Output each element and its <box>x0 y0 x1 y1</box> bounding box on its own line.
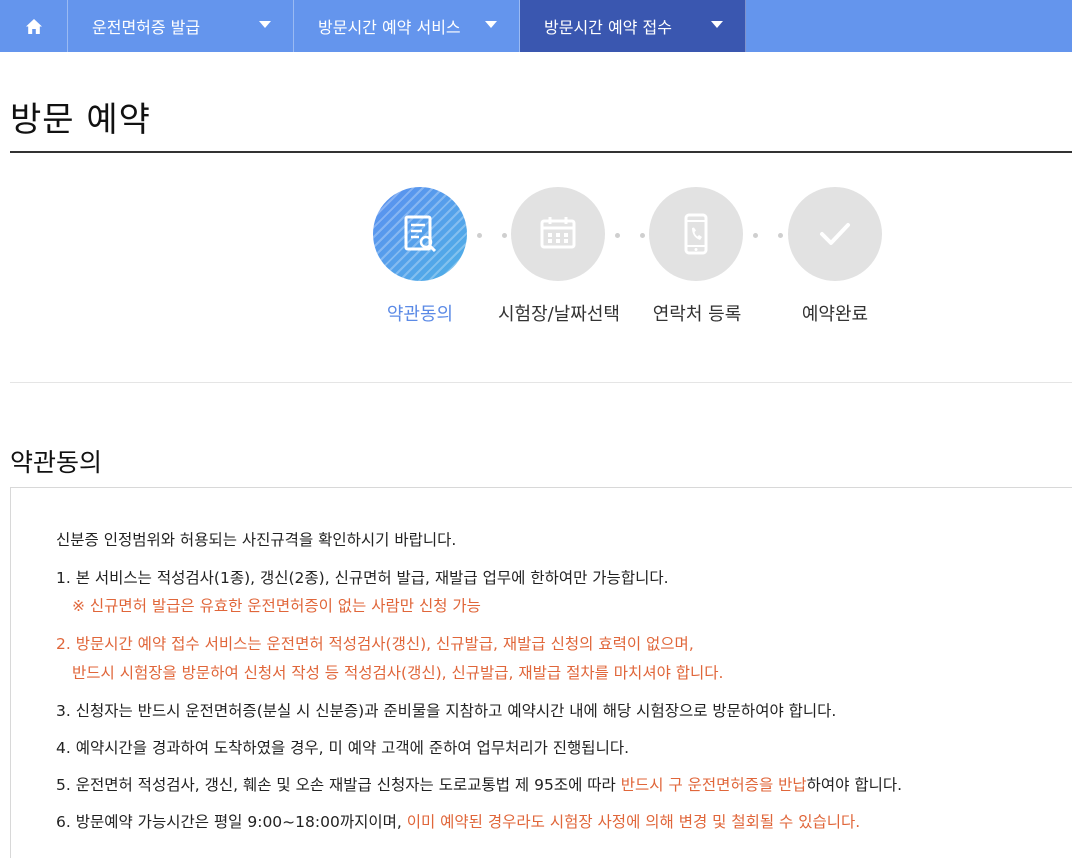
step-connector <box>477 233 507 239</box>
check-icon <box>820 223 850 245</box>
step-3-circle <box>649 187 743 281</box>
terms-item-5-tail: 하여야 합니다. <box>806 776 903 794</box>
step-1-circle <box>373 187 467 281</box>
step-connector <box>615 233 645 239</box>
document-search-icon <box>404 215 437 253</box>
terms-item-6-text: 6. 방문예약 가능시간은 평일 9:00~18:00까지이며, <box>56 813 407 831</box>
terms-item-6-warning: 이미 예약된 경우라도 시험장 사정에 의해 변경 및 철회될 수 있습니다. <box>406 813 861 831</box>
terms-item-2-line-1: 2. 방문시간 예약 접수 서비스는 운전면허 적성검사(갱신), 신규발급, … <box>56 635 694 653</box>
terms-item-5: 5. 운전면허 적성검사, 갱신, 훼손 및 오손 재발급 신청자는 도로교통법… <box>56 773 902 795</box>
step-indicator: 약관동의 시험장/날짜선택 연락처 등록 예약완료 <box>0 0 1072 340</box>
terms-item-3: 3. 신청자는 반드시 운전면허증(분실 시 신분증)과 준비물을 지참하고 예… <box>56 702 837 720</box>
terms-item-2-line-2: 반드시 시험장을 방문하여 신청서 작성 등 적성검사(갱신), 신규발급, 재… <box>72 664 724 682</box>
calendar-icon <box>540 217 576 249</box>
step-2-label: 시험장/날짜선택 <box>498 304 620 325</box>
step-1-label: 약관동의 <box>386 304 454 325</box>
phone-icon <box>684 213 708 255</box>
section-title: 약관동의 <box>10 448 103 477</box>
terms-item-4: 4. 예약시간을 경과하여 도착하였을 경우, 미 예약 고객에 준하여 업무처… <box>56 739 630 757</box>
step-2-circle <box>511 187 605 281</box>
step-4-label: 예약완료 <box>801 304 869 325</box>
terms-item-6: 6. 방문예약 가능시간은 평일 9:00~18:00까지이며, 이미 예약된 … <box>56 810 860 832</box>
step-3-label: 연락처 등록 <box>652 304 742 325</box>
terms-intro: 신분증 인정범위와 허용되는 사진규격을 확인하시기 바랍니다. <box>56 531 457 549</box>
section-divider <box>10 382 1072 383</box>
step-4-circle <box>788 187 882 281</box>
step-connector <box>753 233 783 239</box>
terms-item-5-warning: 반드시 구 운전면허증을 반납 <box>620 776 807 794</box>
terms-item-1-note: ※ 신규면허 발급은 유효한 운전면허증이 없는 사람만 신청 가능 <box>72 597 481 615</box>
terms-item-1: 1. 본 서비스는 적성검사(1종), 갱신(2종), 신규면허 발급, 재발급… <box>56 569 669 587</box>
terms-box[interactable]: 신분증 인정범위와 허용되는 사진규격을 확인하시기 바랍니다. 1. 본 서비… <box>10 487 1072 858</box>
terms-item-5-text: 5. 운전면허 적성검사, 갱신, 훼손 및 오손 재발급 신청자는 도로교통법… <box>56 776 621 794</box>
